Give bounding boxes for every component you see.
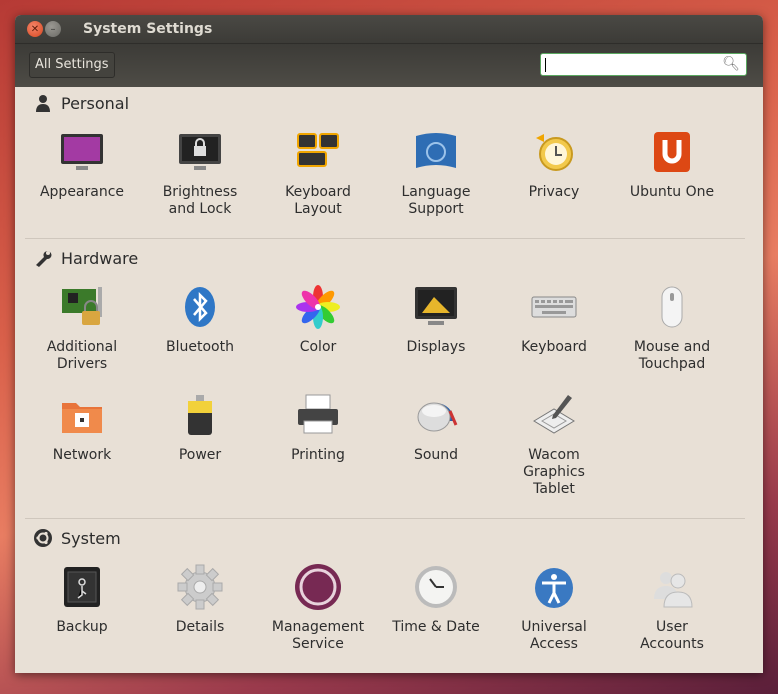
settings-item-label: Keyboard Layout [285, 184, 351, 217]
printer-icon [298, 394, 338, 434]
settings-item-label: Sound [413, 447, 459, 463]
settings-item-network[interactable]: Network [23, 391, 141, 464]
settings-item-printing[interactable]: Printing [259, 391, 377, 464]
settings-item-appearance[interactable]: Appearance [23, 128, 141, 201]
search-input[interactable]: 🔍︎ [540, 53, 747, 76]
ubuntu-logo-icon [34, 529, 52, 547]
keyboard-layout-icon [297, 133, 339, 167]
section-separator [25, 518, 745, 519]
settings-item-power[interactable]: Power [141, 391, 259, 464]
settings-item-language-support[interactable]: Language Support [377, 128, 495, 218]
section-title: Personal [61, 93, 130, 113]
settings-item-displays[interactable]: Displays [377, 283, 495, 356]
settings-item-label: Displays [406, 339, 466, 355]
section-title: System [61, 528, 121, 548]
text-cursor [545, 58, 546, 72]
keyboard-icon [531, 296, 577, 318]
title-bar: ✕ – System Settings [15, 15, 763, 43]
settings-item-backup[interactable]: Backup [23, 563, 141, 636]
person-icon [36, 95, 50, 112]
displays-icon [415, 287, 457, 325]
settings-item-label: Power [178, 447, 222, 463]
appearance-icon [61, 134, 103, 170]
backup-safe-icon [64, 567, 100, 607]
settings-item-label: Printing [291, 447, 345, 463]
settings-item-label: Universal Access [521, 619, 587, 652]
toolbar: All Settings 🔍︎ [15, 43, 763, 87]
settings-item-management-service[interactable]: Management Service [259, 563, 377, 653]
settings-item-label: Bluetooth [166, 339, 234, 355]
power-icon [188, 395, 212, 435]
settings-item-time-date[interactable]: Time & Date [377, 563, 495, 636]
additional-drivers-icon [62, 287, 102, 325]
settings-item-label: Time & Date [392, 619, 480, 635]
settings-item-mouse-and-touchpad[interactable]: Mouse and Touchpad [613, 283, 731, 373]
settings-item-label: Language Support [401, 184, 471, 217]
settings-item-label: Privacy [528, 184, 580, 200]
settings-item-label: User Accounts [640, 619, 704, 652]
close-window-button[interactable]: ✕ [27, 21, 43, 37]
wrench-icon [36, 251, 52, 267]
privacy-icon [536, 134, 573, 171]
section-header-personal: Personal [33, 93, 129, 113]
settings-item-label: Mouse and Touchpad [633, 339, 711, 372]
settings-item-sound[interactable]: Sound [377, 391, 495, 464]
settings-item-bluetooth[interactable]: Bluetooth [141, 283, 259, 356]
settings-item-user-accounts[interactable]: User Accounts [613, 563, 731, 653]
settings-item-label: Ubuntu One [629, 184, 715, 200]
user-accounts-icon [654, 572, 693, 608]
all-settings-button[interactable]: All Settings [29, 52, 115, 78]
brightness-lock-icon [179, 134, 221, 170]
settings-item-label: Brightness and Lock [162, 184, 238, 217]
wacom-tablet-icon [533, 395, 575, 434]
settings-item-brightness-and-lock[interactable]: Brightness and Lock [141, 128, 259, 218]
bluetooth-icon [185, 287, 215, 327]
settings-item-wacom-graphics-tablet[interactable]: Wacom Graphics Tablet [495, 391, 613, 498]
settings-item-label: Backup [56, 619, 108, 635]
ubuntu-one-icon [654, 132, 690, 172]
settings-item-label: Management Service [271, 619, 365, 652]
universal-access-icon [535, 568, 573, 608]
network-icon [62, 403, 102, 433]
clock-icon [415, 566, 457, 608]
minimize-window-button[interactable]: – [45, 21, 61, 37]
settings-item-additional-drivers[interactable]: Additional Drivers [23, 283, 141, 373]
search-icon: 🔍︎ [722, 56, 740, 72]
settings-item-label: Wacom Graphics Tablet [523, 447, 585, 497]
management-service-icon [295, 564, 341, 610]
mouse-icon [661, 286, 683, 328]
settings-item-color[interactable]: Color [259, 283, 377, 356]
gear-icon [177, 564, 223, 610]
section-separator [25, 238, 745, 239]
settings-item-details[interactable]: Details [141, 563, 259, 636]
window-title: System Settings [83, 21, 213, 37]
system-settings-window: ✕ – System Settings All Settings 🔍︎ Pers… [15, 15, 763, 673]
settings-item-label: Color [299, 339, 337, 355]
language-support-icon [416, 133, 456, 168]
settings-item-label: Network [52, 447, 112, 463]
settings-item-privacy[interactable]: Privacy [495, 128, 613, 201]
sound-icon [417, 402, 458, 432]
section-title: Hardware [61, 248, 139, 268]
settings-item-universal-access[interactable]: Universal Access [495, 563, 613, 653]
section-header-system: System [33, 528, 121, 548]
settings-item-keyboard-layout[interactable]: Keyboard Layout [259, 128, 377, 218]
color-icon [296, 285, 340, 329]
settings-item-label: Appearance [39, 184, 125, 200]
settings-item-label: Details [175, 619, 225, 635]
settings-item-keyboard[interactable]: Keyboard [495, 283, 613, 356]
settings-item-ubuntu-one[interactable]: Ubuntu One [613, 128, 731, 201]
settings-item-label: Additional Drivers [46, 339, 118, 372]
section-header-hardware: Hardware [33, 248, 138, 268]
settings-item-label: Keyboard [521, 339, 587, 355]
